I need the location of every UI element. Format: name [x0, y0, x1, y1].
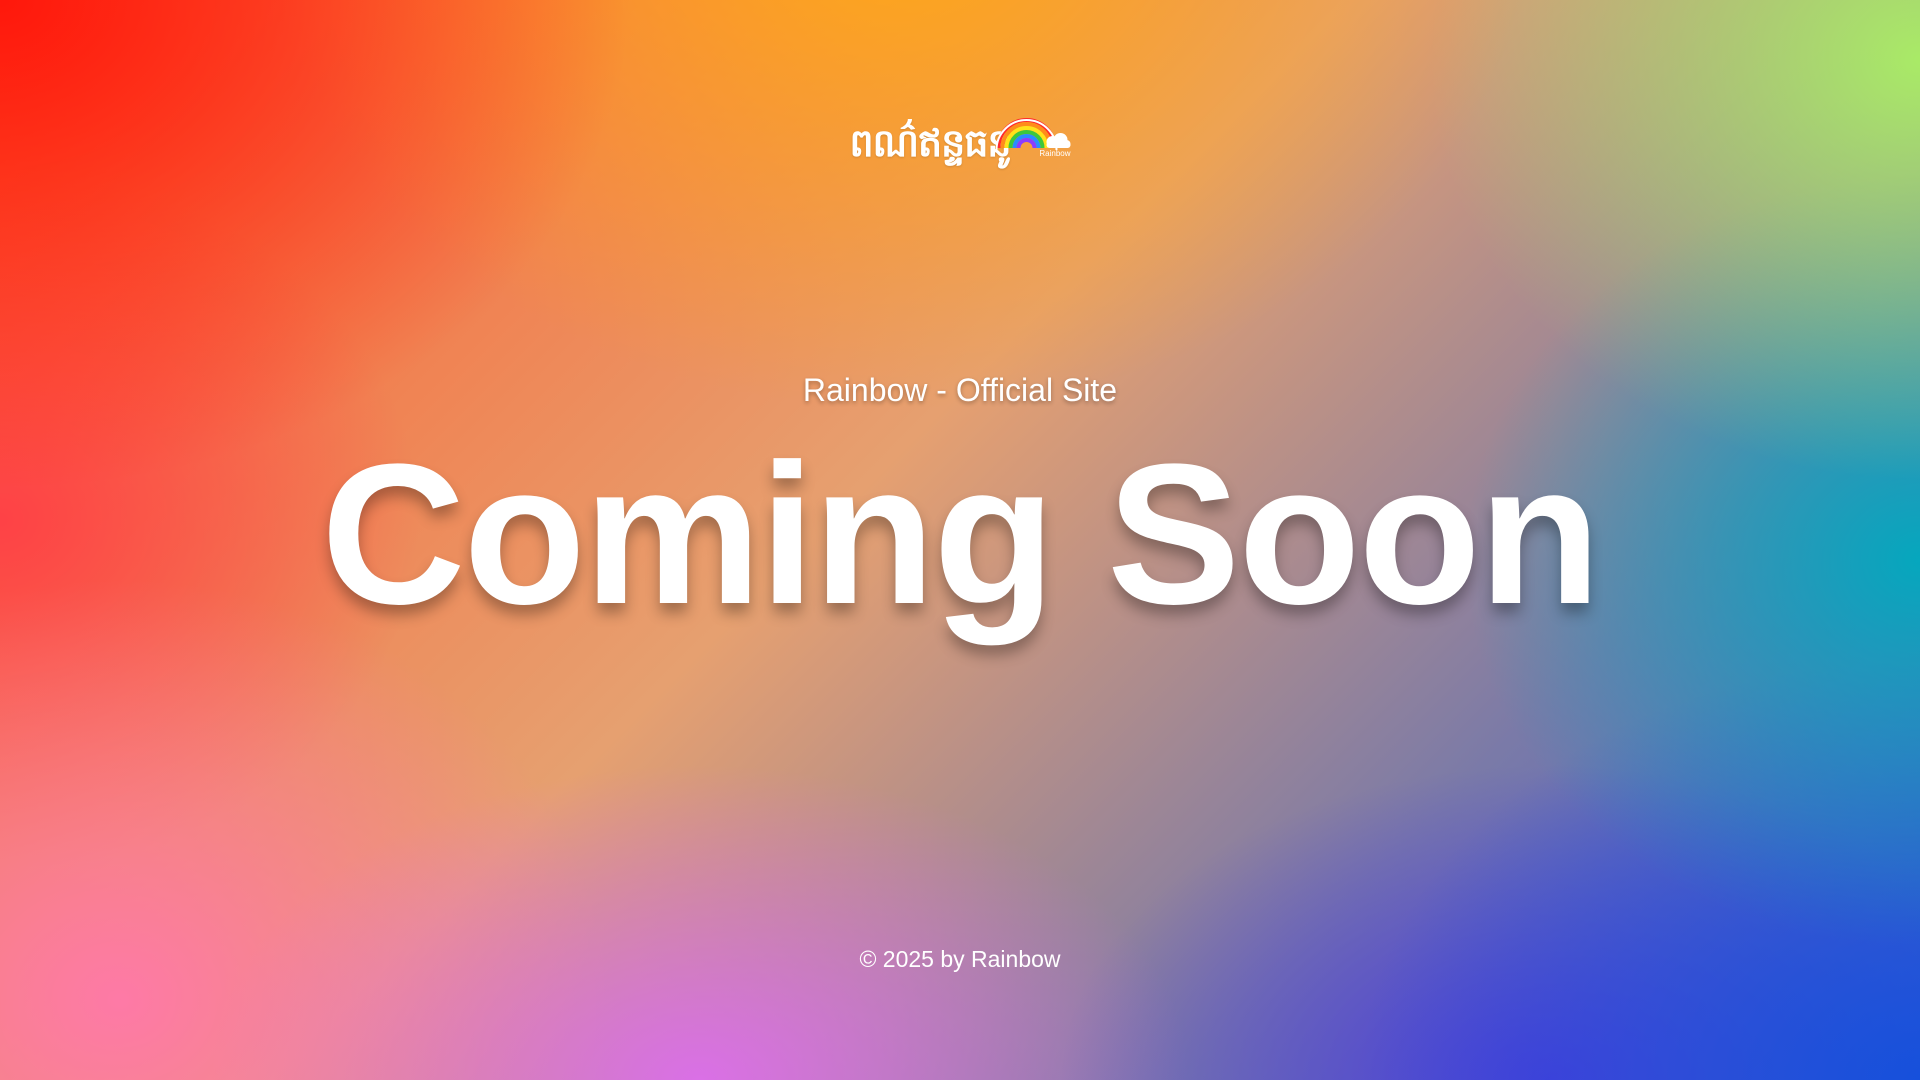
footer-copyright: © 2025 by Rainbow: [859, 946, 1061, 972]
coming-soon-headline: Coming Soon: [321, 423, 1601, 646]
logo-khmer-text: ពណ៌ឥន្ទធនូ: [849, 121, 1012, 165]
site-subtitle: Rainbow - Official Site: [802, 372, 1118, 408]
rainbow-cloud-icon: Rainbow: [991, 100, 1071, 162]
site-logo[interactable]: ពណ៌ឥន្ទធនូ Rainbow: [850, 100, 1071, 162]
logo-rainbow-label: Rainbow: [1039, 149, 1071, 158]
